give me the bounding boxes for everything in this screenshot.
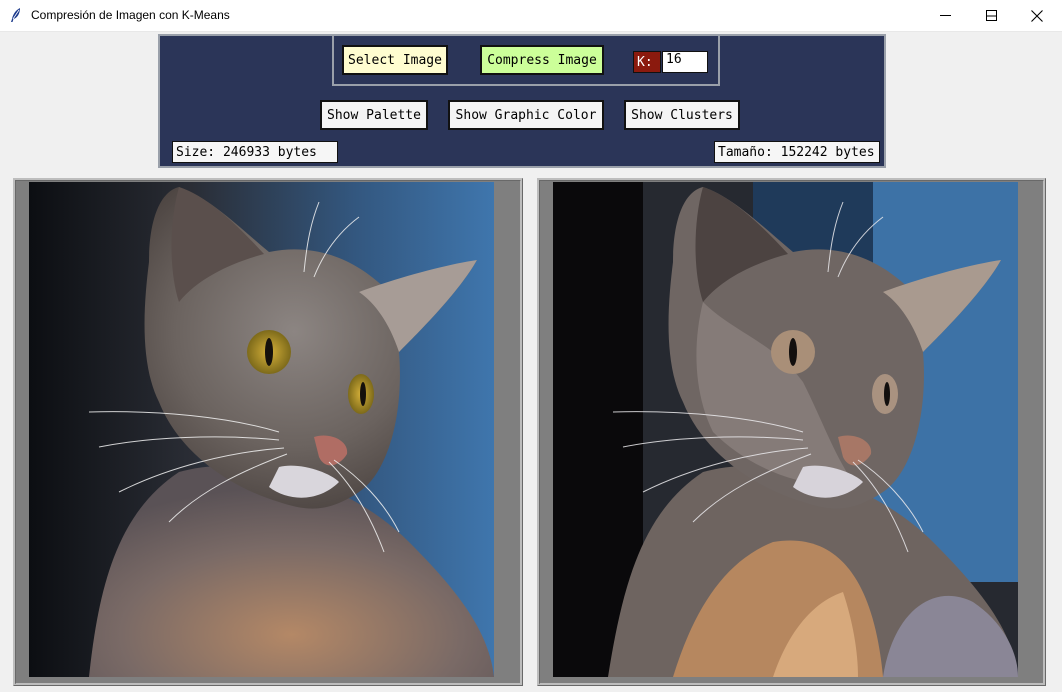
select-image-button[interactable]: Select Image [342,45,448,75]
compressed-image-frame [537,178,1046,686]
original-size-label: Size: 246933 bytes [172,141,338,163]
original-image [29,182,494,677]
compressed-image [553,182,1018,677]
show-palette-button[interactable]: Show Palette [320,100,428,130]
minimize-button-main[interactable] [922,0,968,31]
k-label: K: [633,51,661,73]
title-bar: Compresión de Imagen con K-Means [0,0,1062,32]
minimize-icon [939,15,951,16]
show-clusters-button[interactable]: Show Clusters [624,100,740,130]
window-title: Compresión de Imagen con K-Means [31,8,230,22]
original-image-frame [13,178,523,686]
maximize-button[interactable] [968,0,1014,31]
compressed-size-label: Tamaño: 152242 bytes [714,141,880,163]
feather-icon [8,7,24,23]
close-icon [1031,9,1043,22]
maximize-icon [985,10,997,21]
control-panel: Select Image Compress Image K: 16 Show P… [158,34,886,168]
k-input[interactable]: 16 [662,51,708,73]
compress-image-button[interactable]: Compress Image [480,45,604,75]
show-graphic-color-button[interactable]: Show Graphic Color [448,100,604,130]
close-button[interactable] [1014,0,1060,31]
